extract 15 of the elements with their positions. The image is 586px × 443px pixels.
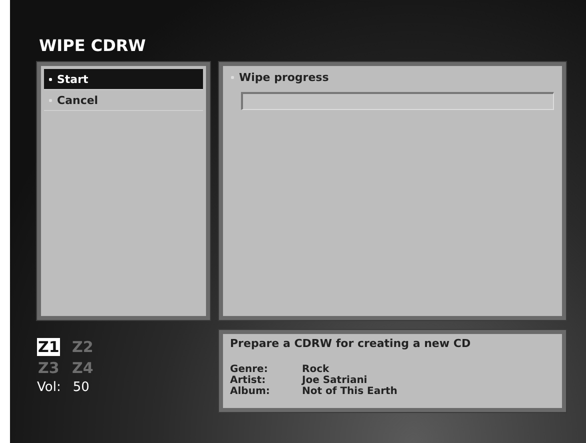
field-label: Album: [230,386,271,397]
menu-item[interactable]: Cancel [44,90,203,111]
zone-button[interactable]: Z1 [37,338,60,356]
field-label: Artist: [230,375,267,386]
field-value: Joe Satriani [302,375,368,386]
volume-label: Vol: [37,380,61,395]
field-label: Genre: [230,364,269,375]
bullet-icon [231,76,234,79]
progress-label: Wipe progress [239,71,329,84]
field-value: Not of This Earth [302,386,398,397]
menu-item[interactable]: Start [44,69,203,90]
volume-value: 50 [72,380,90,395]
field-value: Rock [302,364,330,375]
screen-title: WIPE CDRW [39,36,147,56]
description-text: Prepare a CDRW for creating a new CD [230,337,472,350]
